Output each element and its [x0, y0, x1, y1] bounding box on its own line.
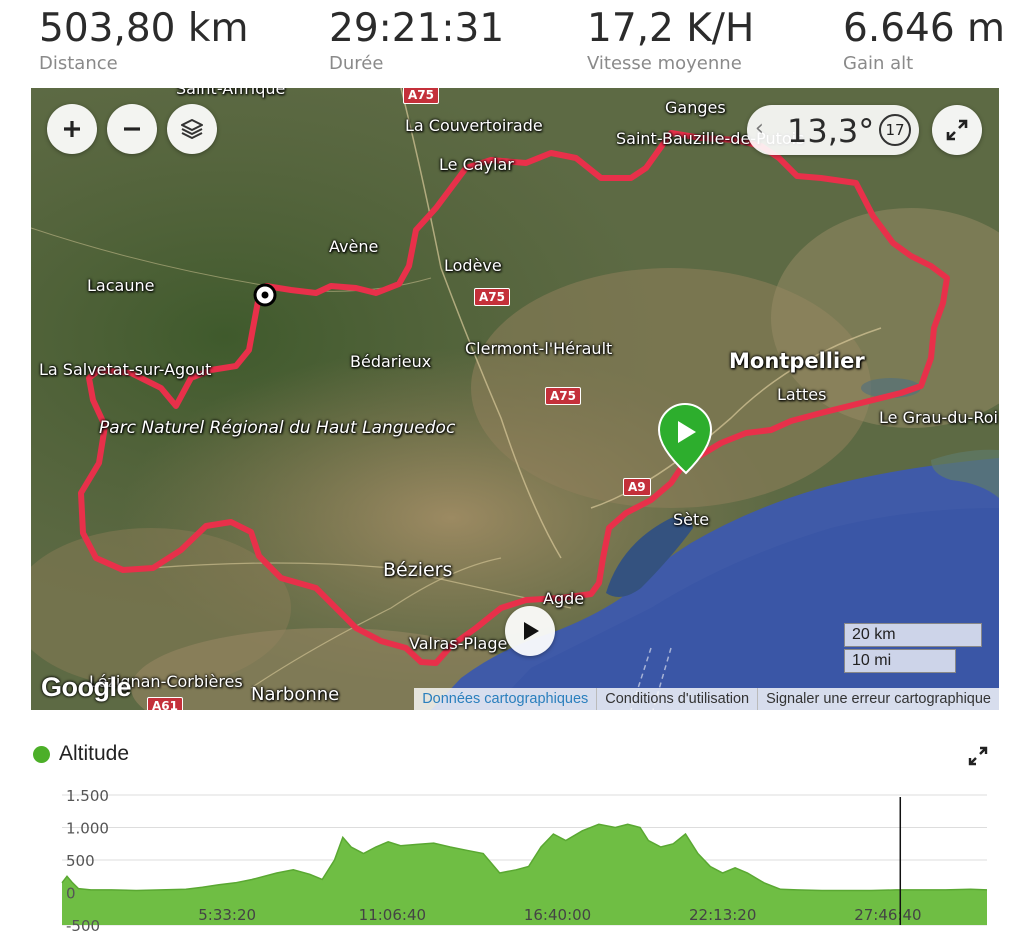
terms-link[interactable]: Conditions d'utilisation: [596, 688, 757, 710]
layers-icon: [181, 119, 203, 139]
stat-distance: 503,80 km Distance: [39, 6, 248, 76]
place-label: Ganges: [665, 98, 726, 117]
minus-icon: [124, 127, 140, 131]
place-label: La Couvertoirade: [405, 116, 543, 135]
duration-value: 29:21:31: [329, 6, 505, 51]
place-label: Clermont-l'Hérault: [465, 339, 613, 358]
map-attribution: Données cartographiques Conditions d'uti…: [414, 688, 999, 710]
road-shield: A75: [403, 88, 439, 104]
x-tick-label: 16:40:00: [524, 906, 591, 924]
y-tick-label: 0: [66, 885, 76, 903]
x-tick-label: 22:13:20: [689, 906, 756, 924]
road-shield: A75: [545, 387, 581, 405]
fullscreen-button[interactable]: [932, 105, 982, 155]
average-speed-label: Vitesse moyenne: [587, 53, 742, 74]
x-tick-label: 5:33:20: [198, 906, 256, 924]
play-icon: [524, 622, 539, 640]
distance-value: 503,80 km: [39, 6, 249, 51]
altitude-title: Altitude: [59, 742, 130, 765]
expand-icon[interactable]: [966, 744, 990, 768]
wind-badge: 17: [879, 114, 911, 146]
zoom-out-button[interactable]: [107, 104, 157, 154]
place-label: Saint-Affrique: [176, 88, 286, 98]
expand-icon: [946, 119, 968, 141]
place-label: Montpellier: [729, 349, 865, 373]
scale-mi: 10 mi: [844, 649, 956, 673]
stat-duration: 29:21:31 Durée: [329, 6, 504, 76]
elevation-gain-label: Gain alt: [843, 53, 914, 74]
place-label: Lodève: [444, 256, 502, 275]
place-label: Valras-Plage: [409, 634, 508, 653]
park-label: Parc Naturel Régional du Haut Languedoc: [99, 418, 455, 438]
place-label: Le Caylar: [439, 155, 514, 174]
y-tick-label: 500: [66, 852, 95, 870]
road-shield: A9: [623, 478, 651, 496]
plus-icon: [64, 121, 80, 137]
road-shield: A61: [147, 697, 183, 710]
altitude-chart[interactable]: 1.500 1.000 500 0 -500 5:33:20 11:06:40 16:40:0…: [0, 780, 1024, 943]
place-label: Bédarieux: [350, 352, 432, 371]
average-speed-value: 17,2 K/H: [587, 6, 755, 51]
map-data-link[interactable]: Données cartographiques: [414, 688, 596, 710]
weather-widget[interactable]: ‹ 13,3° 17: [747, 105, 919, 155]
altitude-header: Altitude: [33, 742, 129, 766]
zoom-in-button[interactable]: [47, 104, 97, 154]
place-label: La Salvetat-sur-Agout: [39, 360, 212, 379]
stat-elevation-gain: 6.646 m Gain alt: [843, 6, 1005, 76]
x-tick-label: 27:46:40: [854, 906, 921, 924]
altitude-legend-dot: [33, 745, 50, 763]
chevron-left-icon[interactable]: ‹: [755, 116, 764, 141]
y-tick-label: 1.000: [66, 820, 109, 838]
place-label: Agde: [543, 589, 585, 608]
y-tick-label: -500: [66, 917, 100, 935]
y-tick-label: 1.500: [66, 787, 109, 805]
replay-play-button[interactable]: [505, 606, 555, 656]
place-label: Avène: [329, 237, 379, 256]
google-logo: Google: [41, 672, 132, 702]
place-label: Lacaune: [87, 276, 155, 295]
report-error-link[interactable]: Signaler une erreur cartographique: [757, 688, 999, 710]
place-label: Le Grau-du-Roi: [879, 408, 998, 427]
road-shield: A75: [474, 288, 510, 306]
place-label: Sète: [673, 510, 710, 529]
route-map[interactable]: Saint-Affrique La Couvertoirade Ganges S…: [31, 88, 999, 710]
elevation-gain-value: 6.646 m: [843, 6, 1006, 51]
map-layers-button[interactable]: [167, 104, 217, 154]
stat-average-speed: 17,2 K/H Vitesse moyenne: [587, 6, 754, 76]
place-label: Béziers: [383, 559, 453, 581]
scale-km: 20 km: [844, 623, 982, 647]
x-tick-label: 11:06:40: [359, 906, 426, 924]
place-label: Lattes: [777, 385, 827, 404]
distance-label: Distance: [39, 53, 118, 74]
duration-label: Durée: [329, 53, 384, 74]
place-label: Narbonne: [251, 684, 340, 705]
temperature-value: 13,3°: [787, 112, 875, 150]
